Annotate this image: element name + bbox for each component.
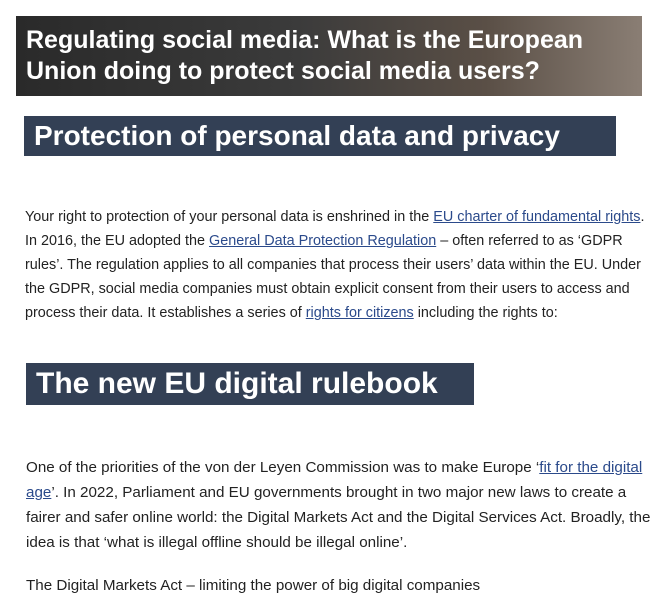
- paragraph-data-protection: Your right to protection of your persona…: [25, 205, 650, 325]
- link-gdpr[interactable]: General Data Protection Regulation: [209, 233, 436, 249]
- link-rights-for-citizens[interactable]: rights for citizens: [306, 305, 414, 321]
- link-eu-charter[interactable]: EU charter of fundamental rights: [433, 209, 640, 225]
- section-heading-digital-rulebook: The new EU digital rulebook: [26, 363, 474, 405]
- text-run: ’. In 2022, Parliament and EU government…: [26, 484, 651, 551]
- section-heading-data-privacy: Protection of personal data and privacy: [24, 116, 616, 156]
- hero-banner: Regulating social media: What is the Eur…: [16, 16, 642, 96]
- page-title: Regulating social media: What is the Eur…: [26, 26, 584, 85]
- text-run: One of the priorities of the von der Ley…: [26, 459, 540, 476]
- paragraph-digital-markets-act: The Digital Markets Act – limiting the p…: [26, 577, 481, 594]
- paragraph-digital-rulebook: One of the priorities of the von der Ley…: [26, 455, 656, 555]
- text-run: including the rights to:: [413, 305, 558, 321]
- text-run: Your right to protection of your persona…: [25, 209, 434, 225]
